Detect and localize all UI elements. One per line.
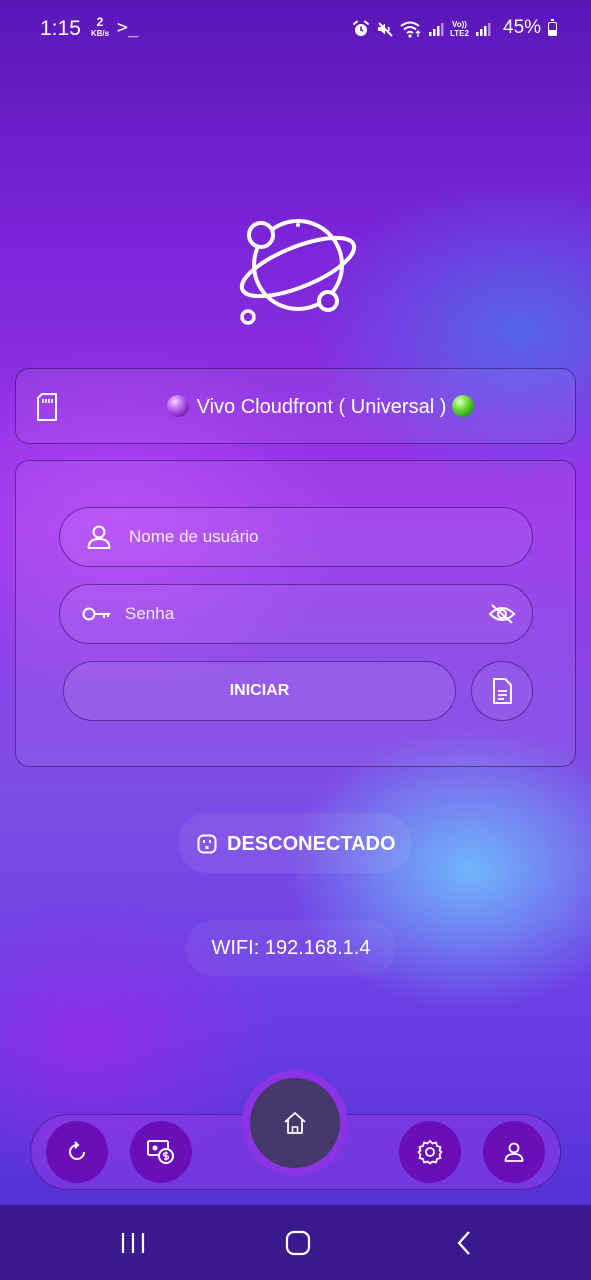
connection-status-text: DESCONECTADO xyxy=(227,833,396,855)
payment-icon xyxy=(147,1140,174,1164)
start-button[interactable]: INICIAR xyxy=(63,661,456,721)
system-navigation-bar xyxy=(0,1205,591,1280)
battery-percent: 45% xyxy=(503,17,542,38)
payment-button[interactable] xyxy=(130,1121,192,1183)
server-name: Vivo Cloudfront ( Universal ) xyxy=(196,396,447,418)
server-status-indicator xyxy=(452,395,475,417)
signal-icon xyxy=(429,23,444,36)
status-time: 1:15 xyxy=(40,17,81,40)
volte-indicator: Vo)) LTE2 xyxy=(450,20,469,38)
network-speed-unit: KB/s xyxy=(90,29,110,38)
plug-icon xyxy=(197,834,217,854)
server-name-row: Vivo Cloudfront ( Universal ) xyxy=(16,395,575,419)
battery-icon xyxy=(548,19,557,36)
eye-off-icon[interactable] xyxy=(488,603,516,625)
planet-logo-icon xyxy=(239,219,357,325)
connection-status-badge: DESCONECTADO xyxy=(178,813,412,873)
wifi-ip-label: WIFI: 192.168.1.4 xyxy=(186,920,396,976)
terminal-icon: >_ xyxy=(117,17,139,38)
status-icons: Vo)) LTE2 xyxy=(352,18,491,40)
settings-icon xyxy=(417,1140,443,1165)
profile-icon xyxy=(504,1142,524,1162)
back-icon[interactable] xyxy=(456,1230,472,1256)
refresh-icon xyxy=(69,1141,85,1160)
network-speed: 2 KB/s xyxy=(89,16,111,39)
network-speed-value: 2 xyxy=(96,15,104,29)
signal-icon xyxy=(475,23,491,36)
battery-fill xyxy=(549,29,556,35)
status-bar: 1:15 2 KB/s >_ Vo)) LTE2 45% xyxy=(0,0,591,58)
server-selector[interactable]: Vivo Cloudfront ( Universal ) xyxy=(15,368,576,444)
key-icon xyxy=(82,607,110,621)
mute-icon xyxy=(378,22,393,37)
username-placeholder: Nome de usuário xyxy=(129,527,259,546)
system-home-icon[interactable] xyxy=(285,1230,311,1256)
recent-apps-icon[interactable] xyxy=(120,1231,146,1255)
password-placeholder: Senha xyxy=(125,604,175,623)
username-field[interactable]: Nome de usuário xyxy=(59,507,533,567)
volte-label-top: Vo)) xyxy=(452,20,467,29)
home-icon xyxy=(284,1112,306,1134)
login-card: Nome de usuário Senha INICIAR xyxy=(15,460,576,767)
password-field[interactable]: Senha xyxy=(59,584,533,644)
home-button[interactable] xyxy=(250,1078,340,1168)
wifi-icon xyxy=(400,21,421,38)
document-button[interactable] xyxy=(471,661,533,721)
refresh-button[interactable] xyxy=(46,1121,108,1183)
alarm-icon xyxy=(353,20,369,36)
user-icon xyxy=(87,525,111,549)
profile-button[interactable] xyxy=(483,1121,545,1183)
server-orb-icon xyxy=(166,395,189,417)
volte-label-bottom: LTE2 xyxy=(450,29,469,38)
settings-button[interactable] xyxy=(399,1121,461,1183)
document-icon xyxy=(493,678,512,704)
